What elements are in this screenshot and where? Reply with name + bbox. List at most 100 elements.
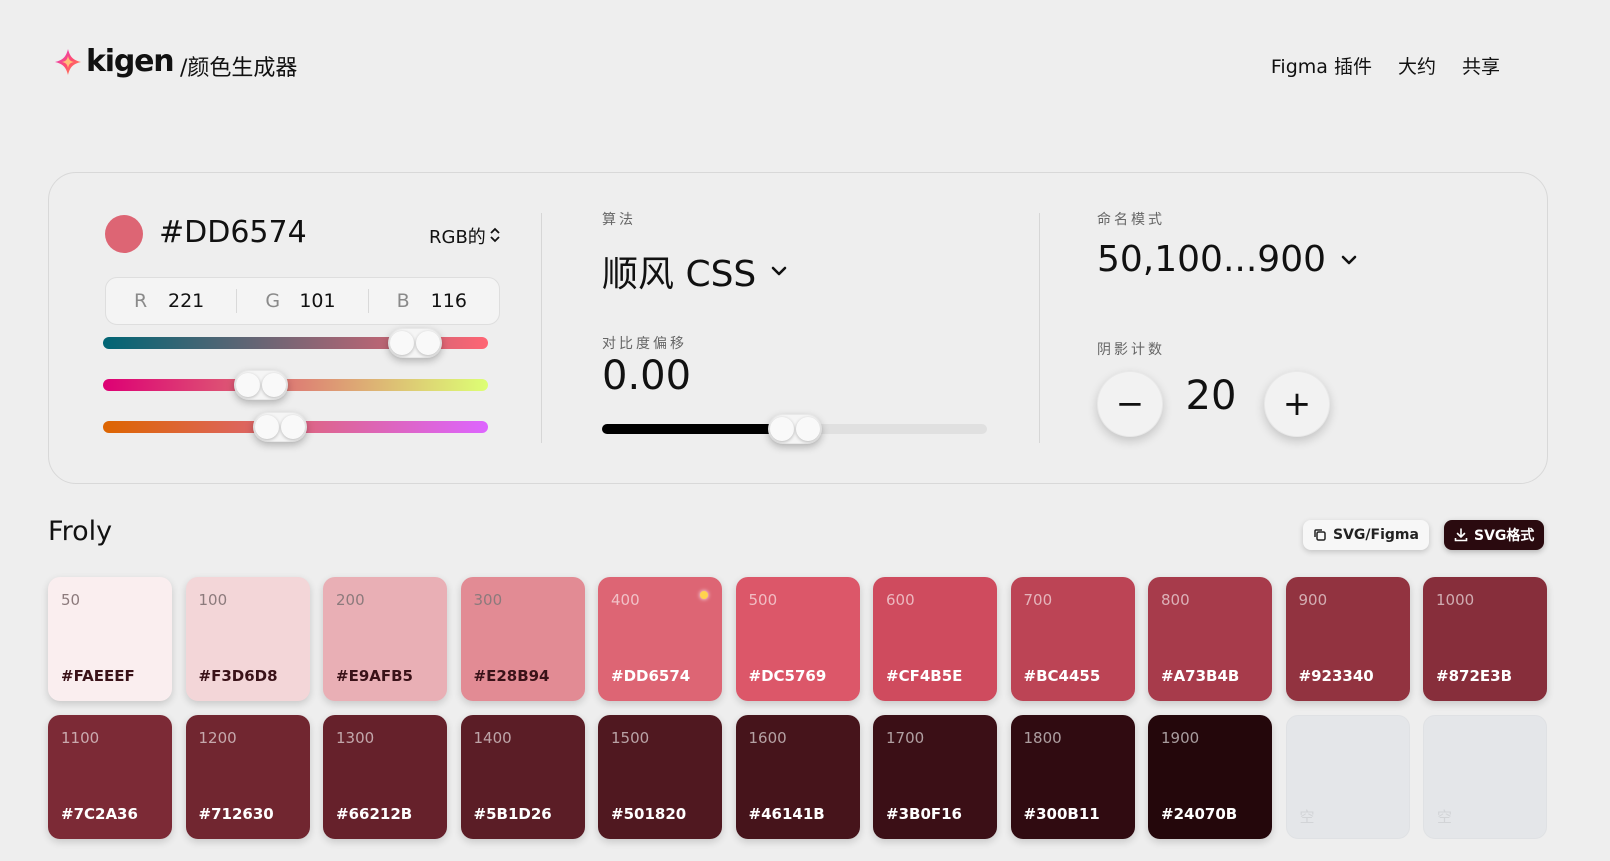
shade-hex: #A73B4B bbox=[1161, 667, 1240, 685]
download-icon bbox=[1454, 528, 1468, 542]
shade-count-value[interactable]: 20 bbox=[1161, 373, 1261, 419]
red-slider[interactable] bbox=[103, 328, 488, 358]
decrement-button[interactable]: − bbox=[1097, 371, 1163, 437]
base-color-marker bbox=[700, 591, 708, 599]
shade-hex: #300B11 bbox=[1023, 805, 1100, 823]
shade-hex: #872E3B bbox=[1436, 667, 1512, 685]
blue-label: B bbox=[396, 290, 410, 312]
shade-tile-1600[interactable]: 1600 #46141B bbox=[735, 715, 860, 839]
shade-hex: #E9AFB5 bbox=[336, 667, 413, 685]
contrast-value[interactable]: 0.00 bbox=[602, 353, 691, 399]
shade-count-label: 阴影计数 bbox=[1097, 342, 1165, 358]
shade-tile-1400[interactable]: 1400 #5B1D26 bbox=[460, 715, 585, 839]
color-mode-select[interactable]: RGB的 bbox=[429, 223, 500, 249]
shade-number: 100 bbox=[198, 591, 228, 609]
blue-field[interactable]: B 116 bbox=[367, 289, 499, 313]
shade-number: 50 bbox=[61, 591, 81, 609]
algorithm-select[interactable]: 顺风 CSS bbox=[602, 245, 788, 297]
shade-hex: #5B1D26 bbox=[473, 805, 552, 823]
nav-share[interactable]: 共享 bbox=[1462, 52, 1500, 79]
shade-tile-800[interactable]: 800 #A73B4B bbox=[1148, 577, 1272, 701]
shade-tile-300[interactable]: 300 #E28B94 bbox=[460, 577, 585, 701]
shade-tile-700[interactable]: 700 #BC4455 bbox=[1010, 577, 1135, 701]
shade-tile-600[interactable]: 600 #CF4B5E bbox=[873, 577, 997, 701]
shade-number: 400 bbox=[611, 591, 640, 609]
shade-tile-1000[interactable]: 1000 #872E3B bbox=[1423, 577, 1547, 701]
shade-tile-100[interactable]: 100 #F3D6D8 bbox=[185, 577, 310, 701]
shade-tile-1300[interactable]: 1300 #66212B bbox=[323, 715, 447, 839]
column-divider bbox=[1039, 213, 1040, 443]
nav-about[interactable]: 大约 bbox=[1398, 52, 1436, 79]
shade-number: 1900 bbox=[1161, 729, 1200, 747]
shade-tile-1500[interactable]: 1500 #501820 bbox=[598, 715, 722, 839]
controls-card: #DD6574 RGB的 R 221 G 101 B 116 算法 顺风 CSS bbox=[48, 172, 1548, 484]
empty-shade-tile: 空 bbox=[1285, 715, 1410, 839]
empty-label: 空 bbox=[1299, 808, 1315, 826]
shade-number: 600 bbox=[886, 591, 915, 609]
shade-tile-900[interactable]: 900 #923340 bbox=[1285, 577, 1410, 701]
shade-tile-50[interactable]: 50 #FAEEEF bbox=[48, 577, 172, 701]
page-title: /颜色生成器 bbox=[180, 56, 298, 81]
shade-number: 1700 bbox=[886, 729, 925, 747]
shade-hex: #DC5769 bbox=[748, 667, 827, 685]
shade-hex: #46141B bbox=[748, 805, 825, 823]
shade-hex: #FAEEEF bbox=[61, 667, 135, 685]
blue-slider-thumb[interactable] bbox=[253, 412, 308, 442]
shade-tile-500[interactable]: 500 #DC5769 bbox=[735, 577, 860, 701]
chevron-down-icon bbox=[1341, 255, 1357, 264]
color-mode-label: RGB的 bbox=[429, 227, 486, 248]
shade-tile-400[interactable]: 400 #DD6574 bbox=[598, 577, 722, 701]
shade-hex: #E28B94 bbox=[473, 667, 550, 685]
increment-button[interactable]: + bbox=[1264, 371, 1330, 437]
blue-value[interactable]: 116 bbox=[431, 290, 467, 312]
column-divider bbox=[541, 213, 542, 443]
copy-svg-figma-button[interactable]: SVG/Figma bbox=[1303, 520, 1429, 550]
logo[interactable]: kigen bbox=[54, 44, 175, 79]
shade-tile-1800[interactable]: 1800 #300B11 bbox=[1010, 715, 1135, 839]
download-svg-button[interactable]: SVG格式 bbox=[1444, 520, 1545, 550]
shade-number: 1000 bbox=[1436, 591, 1475, 609]
shade-hex: #CF4B5E bbox=[886, 667, 963, 685]
shade-number: 1100 bbox=[61, 729, 100, 747]
chevron-down-icon bbox=[771, 266, 787, 276]
logo-icon bbox=[55, 48, 81, 75]
green-value[interactable]: 101 bbox=[299, 290, 335, 312]
shade-tile-1200[interactable]: 1200 #712630 bbox=[185, 715, 310, 839]
rgb-fields: R 221 G 101 B 116 bbox=[105, 277, 500, 325]
blue-slider[interactable] bbox=[103, 412, 488, 442]
logo-text: kigen bbox=[86, 44, 175, 79]
contrast-slider-fill bbox=[602, 424, 795, 434]
shade-hex: #DD6574 bbox=[611, 667, 691, 685]
shade-tile-1900[interactable]: 1900 #24070B bbox=[1148, 715, 1272, 839]
color-swatch[interactable] bbox=[105, 215, 143, 253]
shade-tile-200[interactable]: 200 #E9AFB5 bbox=[323, 577, 447, 701]
green-slider-thumb[interactable] bbox=[233, 370, 288, 400]
red-value[interactable]: 221 bbox=[168, 290, 204, 312]
palette-name: Froly bbox=[48, 516, 113, 547]
shade-number: 200 bbox=[336, 591, 365, 609]
shade-number: 1300 bbox=[336, 729, 375, 747]
red-field[interactable]: R 221 bbox=[106, 289, 236, 313]
shade-hex: #3B0F16 bbox=[886, 805, 962, 823]
shade-hex: #7C2A36 bbox=[61, 805, 138, 823]
hex-input[interactable]: #DD6574 bbox=[159, 215, 307, 250]
copy-button-label: SVG/Figma bbox=[1333, 527, 1419, 543]
shade-tile-1700[interactable]: 1700 #3B0F16 bbox=[873, 715, 997, 839]
red-slider-thumb[interactable] bbox=[387, 328, 442, 358]
empty-shade-tile: 空 bbox=[1423, 715, 1547, 839]
shade-hex: #24070B bbox=[1161, 805, 1238, 823]
green-slider[interactable] bbox=[103, 370, 488, 400]
green-field[interactable]: G 101 bbox=[236, 289, 367, 313]
algorithm-value: 顺风 CSS bbox=[602, 254, 757, 295]
top-nav: Figma 插件 大约 共享 bbox=[1271, 52, 1500, 79]
shade-number: 500 bbox=[748, 591, 778, 609]
shade-tile-1100[interactable]: 1100 #7C2A36 bbox=[48, 715, 172, 839]
sort-arrows-icon bbox=[490, 227, 500, 246]
shade-hex: #501820 bbox=[611, 805, 687, 823]
nav-figma-plugin[interactable]: Figma 插件 bbox=[1271, 52, 1372, 79]
naming-select[interactable]: 50,100...900 bbox=[1097, 239, 1358, 280]
shade-number: 1500 bbox=[611, 729, 650, 747]
shade-hex: #712630 bbox=[198, 805, 274, 823]
contrast-slider-thumb[interactable] bbox=[767, 414, 822, 444]
contrast-slider[interactable] bbox=[602, 414, 987, 444]
